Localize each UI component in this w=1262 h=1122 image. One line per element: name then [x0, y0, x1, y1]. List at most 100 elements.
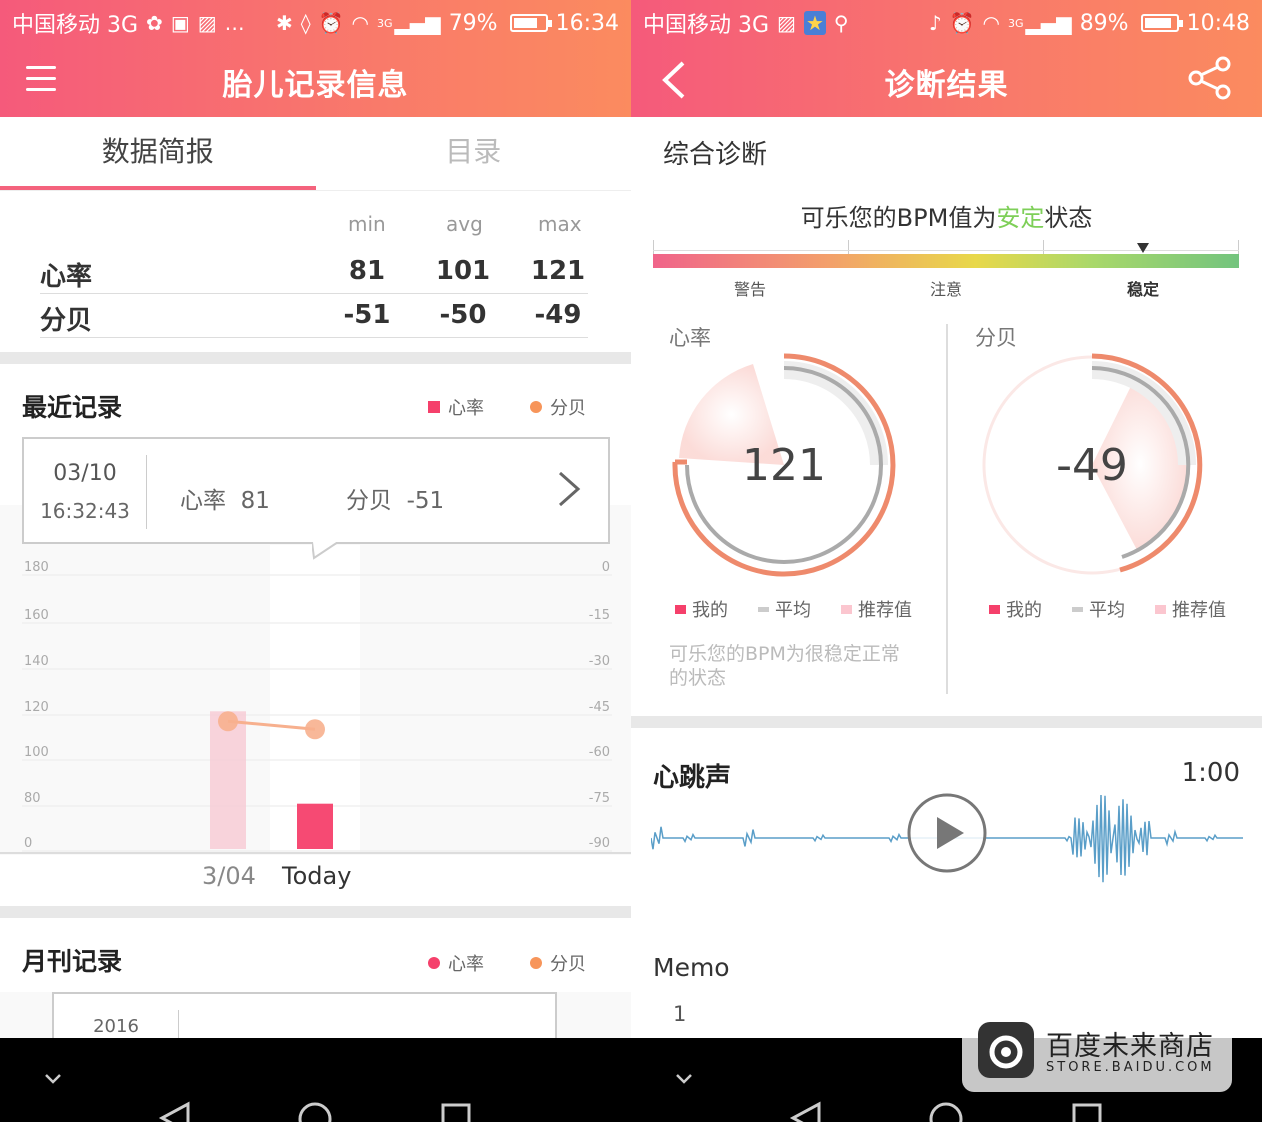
decibel-gauge-title: 分贝: [975, 326, 1017, 350]
signal-icon: ▂▄▆: [1025, 11, 1072, 35]
battery-percent: 79%: [448, 10, 498, 36]
legend-average-swatch: [1072, 606, 1083, 612]
home-nav-icon[interactable]: [296, 1100, 334, 1122]
legend-mine-swatch: [675, 604, 686, 614]
tab-catalog[interactable]: 目录: [316, 117, 632, 191]
bpm-highlight: 安定: [996, 204, 1045, 232]
scale-tick: [848, 240, 849, 254]
clock: 16:34: [555, 10, 619, 36]
alarm-icon: ⏰: [949, 11, 975, 35]
header-min: min: [348, 212, 386, 236]
battery-percent: 89%: [1079, 10, 1129, 36]
record-decibel-value: -51: [406, 488, 445, 514]
section-divider: [0, 906, 631, 918]
legend-average-label: 平均: [775, 600, 811, 621]
legend-decibel-label: 分贝: [550, 954, 586, 975]
overall-diagnosis-title: 综合诊断: [663, 140, 768, 170]
back-nav-icon[interactable]: [158, 1100, 194, 1122]
y-right-tick-label: 0: [602, 560, 610, 575]
bluetooth-icon: ✱: [275, 11, 293, 35]
chevron-right-icon[interactable]: [556, 469, 582, 509]
card-divider: [146, 455, 147, 529]
x-label-1: Today: [282, 862, 352, 890]
more-icon: …: [224, 11, 245, 35]
legend-average-swatch: [758, 606, 769, 612]
decibel-point: [218, 711, 238, 732]
gauge-divider: [946, 324, 948, 694]
status-bar: 中国移动 3G ▨ ★ ⚲ ♪ ⏰ ◠ 3G ▂▄▆ 89% 10:48: [631, 0, 1262, 46]
legend-decibel-swatch: [530, 401, 542, 413]
toolbar: 诊断结果: [631, 46, 1262, 117]
cell-avg: -50: [439, 300, 487, 330]
clock: 10:48: [1186, 10, 1250, 36]
record-heart-label: 心率: [180, 488, 226, 514]
memo-label: Memo: [653, 953, 730, 982]
record-heart: 心率 81: [180, 481, 270, 515]
heart-gauge-value: 121: [742, 440, 826, 491]
heart-gauge-legend: 我的 平均 推荐值: [675, 596, 912, 622]
page-title: 诊断结果: [884, 67, 1009, 103]
monthly-legend: 心率 分贝: [428, 950, 586, 976]
hide-keyboard-icon[interactable]: [42, 1068, 64, 1090]
card-pointer: [312, 542, 339, 560]
search-icon: ⚲: [833, 11, 849, 35]
y-left-tick-label: 120: [24, 700, 49, 715]
diagnosis-screen: 中国移动 3G ▨ ★ ⚲ ♪ ⏰ ◠ 3G ▂▄▆ 89% 10:48 诊断结…: [631, 0, 1262, 1122]
recents-nav-icon[interactable]: [1071, 1102, 1103, 1122]
decibel-gauge-value: -49: [1056, 440, 1128, 491]
y-right-tick-label: -60: [589, 745, 610, 760]
legend-recommended-label: 推荐值: [858, 600, 912, 621]
network-type-label: 3G: [377, 16, 393, 30]
app-bar: 中国移动 3G ▨ ★ ⚲ ♪ ⏰ ◠ 3G ▂▄▆ 89% 10:48 诊断结…: [631, 0, 1262, 117]
y-left-tick-label: 0: [24, 836, 32, 851]
watermark-url: STORE.BAIDU.COM: [1046, 1060, 1215, 1075]
y-left-tick-label: 140: [24, 654, 49, 669]
y-left-tick-label: 180: [24, 560, 49, 575]
play-button[interactable]: [906, 792, 988, 874]
hide-keyboard-icon[interactable]: [673, 1068, 695, 1090]
legend-heart-swatch: [428, 401, 440, 413]
cell-min: 81: [348, 256, 386, 286]
record-heart-value: 81: [240, 488, 270, 514]
battery-icon: [509, 14, 552, 32]
legend-recommended-swatch: [841, 604, 852, 614]
app-bar: 中国移动 3G ✿ ▣ ▨ … ✱ ◊ ⏰ ◠ 3G ▂▄▆ 79% 16:34…: [0, 0, 631, 117]
section-divider: [631, 716, 1262, 728]
home-nav-icon[interactable]: [927, 1100, 965, 1122]
record-date: 03/10: [53, 461, 117, 486]
watermark-name: 百度未来商店: [1046, 1031, 1214, 1062]
tab-bar: 数据简报 目录: [0, 117, 631, 191]
row-label: 分贝: [40, 306, 93, 336]
recents-nav-icon[interactable]: [440, 1102, 472, 1122]
legend-decibel-label: 分贝: [550, 398, 586, 419]
share-icon[interactable]: [1186, 56, 1234, 100]
decibel-gauge-legend: 我的 平均 推荐值: [989, 596, 1226, 622]
vibrate-icon: ◊: [300, 11, 311, 35]
table-row: 分贝 -51 -50 -49: [40, 294, 588, 338]
back-icon[interactable]: [659, 60, 689, 100]
wifi-icon: ◠: [351, 11, 369, 35]
scale-label-warning: 警告: [733, 280, 766, 299]
menu-icon[interactable]: [26, 66, 56, 92]
memo-value[interactable]: 1: [673, 1002, 686, 1026]
battery-level: [513, 18, 538, 28]
heart-rate-bar: [297, 803, 333, 849]
battery-level: [1144, 18, 1172, 28]
legend-mine-label: 我的: [1006, 600, 1042, 621]
y-right-tick-label: -75: [589, 791, 610, 806]
scale-baseline: [653, 250, 1239, 251]
monthly-title: 月刊记录: [22, 947, 123, 976]
mute-icon: ♪: [928, 11, 942, 35]
record-card[interactable]: 03/10 16:32:43 心率 81 分贝 -51: [22, 437, 610, 544]
image-icon: ▨: [777, 11, 796, 35]
back-nav-icon[interactable]: [789, 1100, 825, 1122]
tab-data-summary[interactable]: 数据简报: [0, 117, 316, 191]
baidu-store-logo-icon: [978, 1022, 1034, 1078]
cell-avg: 101: [435, 256, 491, 286]
legend-decibel-swatch: [530, 957, 542, 969]
cell-max: 121: [530, 256, 586, 286]
page-title: 胎儿记录信息: [222, 67, 409, 103]
section-divider: [0, 352, 631, 364]
bpm-prefix: 可乐您的BPM值为: [800, 204, 997, 232]
fetal-record-screen: 中国移动 3G ✿ ▣ ▨ … ✱ ◊ ⏰ ◠ 3G ▂▄▆ 79% 16:34…: [0, 0, 631, 1122]
